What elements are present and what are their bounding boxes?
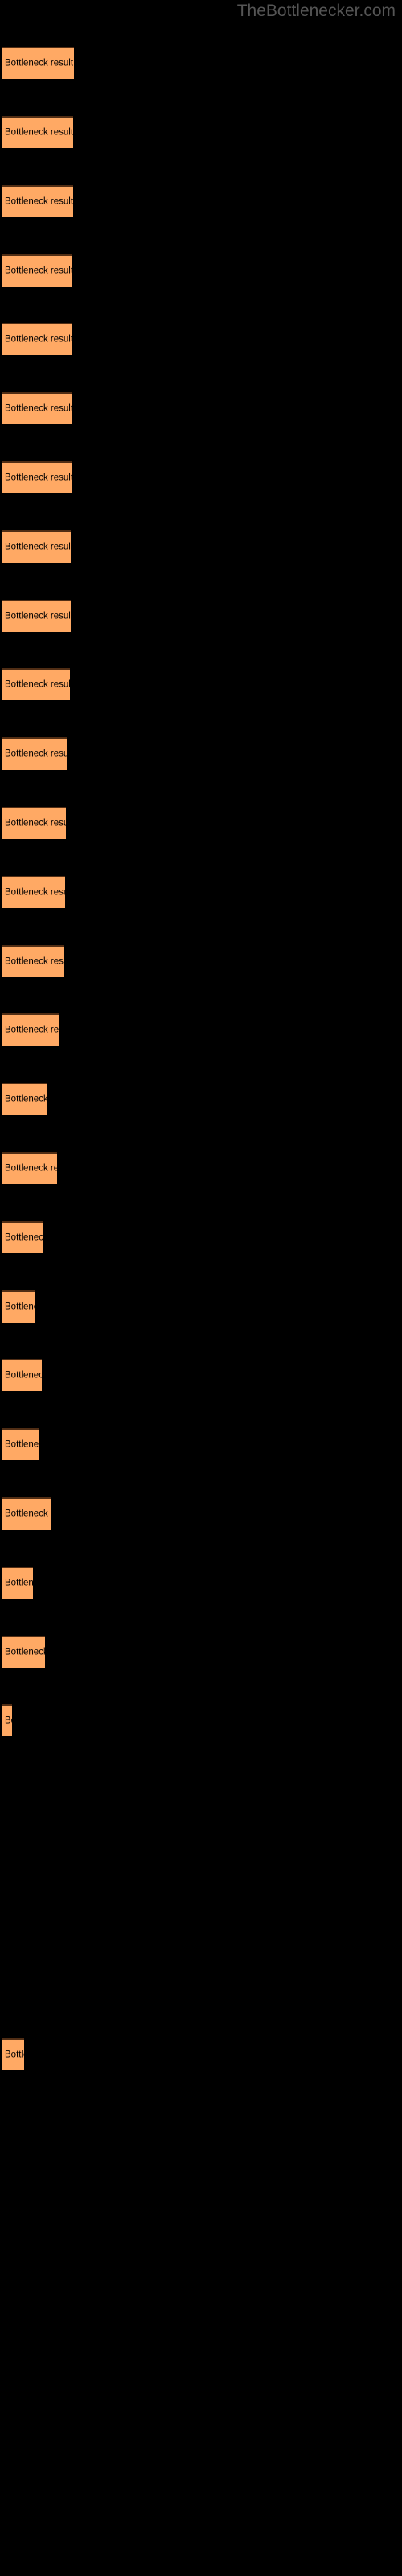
bar-item: Bottleneck result xyxy=(2,945,64,977)
bar-item: Bottleneck result xyxy=(2,1152,57,1184)
bar-label: Bottleneck result xyxy=(5,334,72,345)
bar-label: Bottleneck result xyxy=(5,818,66,828)
bar-label: Bottleneck result xyxy=(5,1509,51,1519)
bar-label: Bottleneck result xyxy=(5,1163,57,1174)
bar-label: Bottleneck result xyxy=(5,542,71,552)
bar-series: Bottleneck result Bottleneck result Bottle… xyxy=(0,0,402,2576)
bar-label: Bottleneck result xyxy=(5,2050,24,2060)
bar-item: Bottleneck result xyxy=(2,1290,35,1323)
bar-label: Bottleneck result xyxy=(5,679,70,690)
bar-item: Bottleneck result xyxy=(2,1428,39,1460)
bar-label: Bottleneck result xyxy=(5,1370,42,1381)
bar-item: Bottleneck result xyxy=(2,116,73,148)
bar-item: Bottleneck result xyxy=(2,1704,12,1736)
bottleneck-bar-chart: TheBottlenecker.com Bottleneck result Bot… xyxy=(0,0,402,2576)
bar-item: Bottleneck result xyxy=(2,461,72,493)
bar-label: Bottleneck result xyxy=(5,1439,39,1450)
bar-label: Bottleneck result xyxy=(5,611,71,621)
bar-item: Bottleneck result xyxy=(2,600,71,632)
bar-item: Bottleneck result xyxy=(2,807,66,839)
bar-item: Bottleneck result xyxy=(2,530,71,563)
bar-item: Bottleneck result xyxy=(2,392,72,424)
bar-label: Bottleneck result xyxy=(5,58,74,68)
bar-label: Bottleneck result xyxy=(5,1715,12,1726)
bar-item: Bottleneck result xyxy=(2,47,74,79)
bar-item: Bottleneck result xyxy=(2,185,73,217)
bar-item: Bottleneck result xyxy=(2,1636,45,1668)
bar-label: Bottleneck result xyxy=(5,956,64,967)
bar-item: Bottleneck result xyxy=(2,323,72,355)
bar-label: Bottleneck result xyxy=(5,1578,33,1588)
bar-item: Bottleneck result xyxy=(2,1221,43,1253)
bar-item: Bottleneck result xyxy=(2,1013,59,1046)
bar-label: Bottleneck result xyxy=(5,1025,59,1035)
bar-label: Bottleneck result xyxy=(5,127,73,138)
bar-label: Bottleneck result xyxy=(5,473,72,483)
bar-item: Bottleneck result xyxy=(2,1083,47,1115)
bar-item: Bottleneck result xyxy=(2,2038,24,2070)
bar-item: Bottleneck result xyxy=(2,1567,33,1599)
bar-item: Bottleneck result xyxy=(2,876,65,908)
bar-item: Bottleneck result xyxy=(2,1359,42,1391)
bar-label: Bottleneck result xyxy=(5,1302,35,1312)
bar-label: Bottleneck result xyxy=(5,887,65,898)
bar-label: Bottleneck result xyxy=(5,749,67,759)
bar-label: Bottleneck result xyxy=(5,403,72,414)
bar-item: Bottleneck result xyxy=(2,1497,51,1530)
bar-item: Bottleneck result xyxy=(2,668,70,700)
bar-label: Bottleneck result xyxy=(5,1232,43,1243)
bar-label: Bottleneck result xyxy=(5,1647,45,1657)
bar-label: Bottleneck result xyxy=(5,266,72,276)
bar-item: Bottleneck result xyxy=(2,254,72,287)
bar-label: Bottleneck result xyxy=(5,1094,47,1104)
bar-label: Bottleneck result xyxy=(5,196,73,207)
bar-item: Bottleneck result xyxy=(2,737,67,770)
